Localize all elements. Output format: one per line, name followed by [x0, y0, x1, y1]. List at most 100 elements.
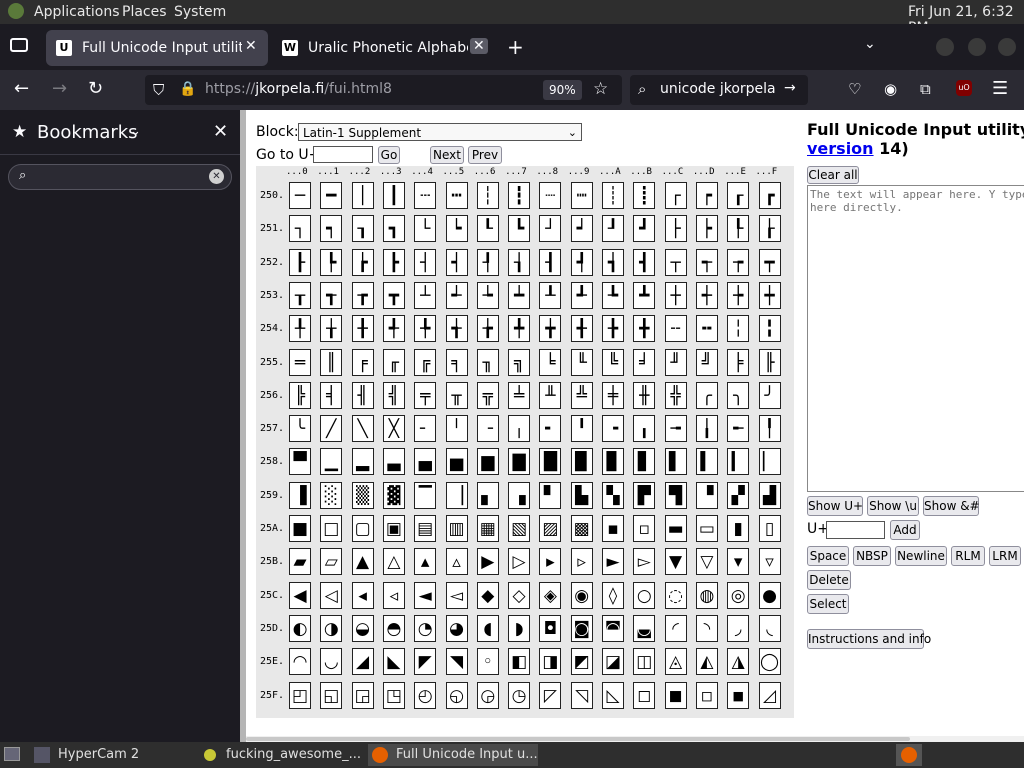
char-cell[interactable]: ◼	[664, 681, 687, 709]
zoom-level-button[interactable]: 90%	[543, 80, 582, 100]
char-cell[interactable]: ╨	[539, 381, 562, 409]
scrollbar-thumb[interactable]	[246, 737, 910, 741]
char-cell[interactable]: □	[320, 515, 343, 542]
char-cell[interactable]: ┼	[664, 281, 687, 309]
char-cell[interactable]: ┘	[539, 215, 562, 243]
sidebar-title[interactable]: Bookmarks	[37, 122, 138, 143]
char-cell[interactable]: ◴	[414, 681, 437, 709]
char-cell[interactable]: ┦	[476, 248, 499, 276]
char-cell[interactable]: ╜	[664, 348, 687, 376]
char-cell[interactable]: ┃	[382, 182, 405, 209]
char-cell[interactable]: ◭	[695, 648, 718, 676]
char-cell[interactable]: ▔	[414, 481, 437, 509]
char-cell[interactable]: ╕	[445, 348, 468, 376]
char-cell[interactable]: │	[351, 182, 374, 209]
char-cell[interactable]: ╰	[289, 415, 311, 443]
char-cell[interactable]: ◺	[602, 681, 624, 709]
char-cell[interactable]: ▿	[758, 548, 781, 576]
close-icon[interactable]: ✕	[245, 38, 257, 54]
char-cell[interactable]: ╵	[445, 415, 468, 443]
char-cell[interactable]: ═	[289, 348, 311, 376]
char-cell[interactable]: ◾	[727, 681, 750, 709]
lock-icon[interactable]: 🔒	[179, 81, 196, 97]
char-cell[interactable]: ╋	[633, 315, 656, 343]
char-cell[interactable]: ◠	[289, 648, 311, 676]
char-cell[interactable]: ┚	[602, 215, 624, 243]
char-cell[interactable]: ▇	[508, 448, 531, 476]
char-cell[interactable]: ┷	[508, 281, 531, 309]
applications-icon[interactable]	[8, 3, 24, 19]
char-cell[interactable]: ╥	[445, 381, 468, 409]
char-cell[interactable]: ┑	[320, 215, 343, 243]
char-cell[interactable]: ◟	[758, 614, 781, 642]
char-cell[interactable]: ▞	[727, 481, 750, 509]
char-cell[interactable]: ◀	[289, 581, 311, 609]
block-select[interactable]: Latin-1 Supplement ⌄	[298, 123, 582, 141]
show-backslash-u-button[interactable]: Show \u	[867, 496, 919, 516]
char-cell[interactable]: ◓	[382, 614, 405, 642]
char-cell[interactable]: ◃	[382, 581, 405, 609]
char-cell[interactable]: ┤	[414, 248, 437, 276]
char-cell[interactable]: ◰	[289, 681, 311, 709]
prev-button[interactable]: Prev	[468, 146, 502, 164]
char-cell[interactable]: ▉	[570, 448, 593, 476]
char-cell[interactable]: ◶	[476, 681, 499, 709]
char-cell[interactable]: ┧	[508, 248, 531, 276]
char-cell[interactable]: ╉	[570, 315, 593, 343]
char-cell[interactable]: ◜	[664, 614, 687, 642]
char-cell[interactable]: ╶	[476, 415, 499, 443]
char-cell[interactable]: ┅	[445, 182, 468, 209]
minimize-window-button[interactable]	[936, 38, 954, 56]
char-cell[interactable]: ┬	[664, 248, 687, 276]
char-cell[interactable]: ▏	[758, 448, 781, 476]
char-cell[interactable]: ▗	[508, 481, 531, 509]
nbsp-button[interactable]: NBSP	[853, 546, 891, 566]
char-cell[interactable]: ╩	[570, 381, 593, 409]
close-sidebar-icon[interactable]: ✕	[213, 121, 228, 142]
char-cell[interactable]: ▐	[289, 481, 311, 509]
account-icon[interactable]: ◉	[884, 79, 897, 99]
char-cell[interactable]: ▂	[351, 448, 374, 476]
char-cell[interactable]: ▫	[633, 515, 656, 542]
char-cell[interactable]: ╎	[727, 315, 750, 343]
char-cell[interactable]: ◮	[727, 648, 750, 676]
char-cell[interactable]: ▆	[476, 448, 499, 476]
char-cell[interactable]: ▧	[508, 515, 531, 542]
char-cell[interactable]: ╻	[633, 415, 656, 443]
char-cell[interactable]: ▜	[664, 481, 687, 509]
char-cell[interactable]: ┝	[695, 215, 718, 243]
show-entity-button[interactable]: Show &#	[923, 496, 980, 516]
char-cell[interactable]: ┴	[414, 281, 437, 309]
char-cell[interactable]: ╮	[727, 381, 750, 409]
char-cell[interactable]: ┩	[570, 248, 593, 276]
back-arrow-icon[interactable]: ←	[14, 79, 29, 99]
char-cell[interactable]: ┯	[758, 248, 781, 276]
char-cell[interactable]: ┳	[382, 281, 405, 309]
char-cell[interactable]: ┲	[351, 281, 374, 309]
char-cell[interactable]: ▦	[476, 515, 499, 542]
clear-search-icon[interactable]: ✕	[209, 169, 224, 184]
char-cell[interactable]: ◇	[508, 581, 531, 609]
char-cell[interactable]: ╇	[508, 315, 531, 343]
char-cell[interactable]: ◁	[320, 581, 343, 609]
add-button[interactable]: Add	[890, 520, 920, 540]
char-cell[interactable]: ◍	[695, 581, 718, 609]
char-cell[interactable]: ┭	[695, 248, 718, 276]
applications-menu[interactable]: Applications	[34, 4, 120, 20]
select-button[interactable]: Select	[807, 594, 849, 614]
char-cell[interactable]: ╖	[476, 348, 499, 376]
taskbar-item-firefox[interactable]: Full Unicode Input u...	[368, 744, 538, 766]
char-cell[interactable]: ╪	[602, 381, 624, 409]
char-cell[interactable]: ┾	[727, 281, 750, 309]
char-cell[interactable]: ▀	[289, 448, 311, 476]
char-cell[interactable]: ╓	[382, 348, 405, 376]
char-cell[interactable]: ▁	[320, 448, 343, 476]
char-cell[interactable]: ▱	[320, 548, 343, 576]
char-cell[interactable]: ►	[602, 548, 624, 576]
char-cell[interactable]: ╦	[476, 381, 499, 409]
char-cell[interactable]: █	[539, 448, 562, 476]
char-cell[interactable]: ╼	[664, 415, 687, 443]
shield-icon[interactable]: ⛉	[153, 81, 164, 99]
firefox-tray-icon[interactable]	[896, 744, 922, 766]
char-cell[interactable]: ▎	[727, 448, 750, 476]
